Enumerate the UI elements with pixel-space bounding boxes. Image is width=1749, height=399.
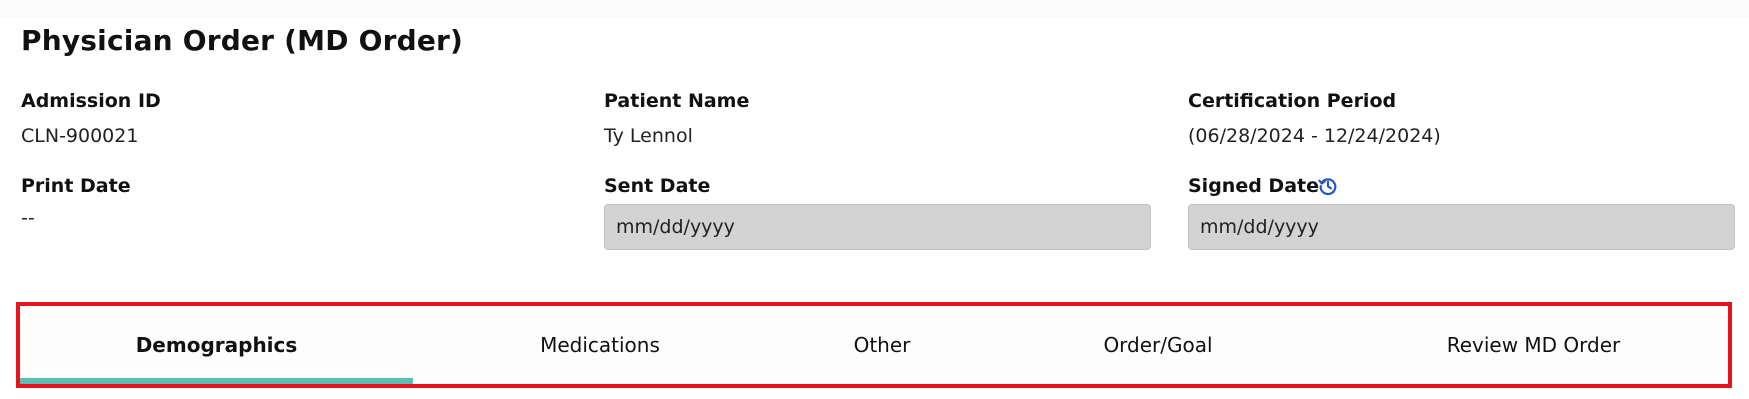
patient-name-value: Ty Lennol: [604, 125, 693, 147]
certification-period-value: (06/28/2024 - 12/24/2024): [1188, 125, 1441, 147]
tab-other-label: Other: [853, 333, 911, 357]
page-title: Physician Order (MD Order): [21, 24, 464, 57]
tab-other[interactable]: Other: [787, 306, 977, 384]
patient-name-label: Patient Name: [604, 90, 750, 112]
admission-id-value: CLN-900021: [21, 125, 139, 147]
print-date-value: --: [21, 207, 35, 229]
signed-date-label: Signed Date: [1188, 175, 1319, 197]
tab-demographics[interactable]: Demographics: [20, 306, 413, 384]
tab-bar: Demographics Medications Other Order/Goa…: [16, 302, 1732, 388]
tab-order-goal[interactable]: Order/Goal: [977, 306, 1339, 384]
sent-date-label: Sent Date: [604, 175, 711, 197]
tab-order-goal-label: Order/Goal: [1103, 333, 1213, 357]
tab-medications[interactable]: Medications: [413, 306, 787, 384]
tab-medications-label: Medications: [540, 333, 660, 357]
tab-demographics-label: Demographics: [135, 333, 298, 357]
active-tab-indicator: [20, 378, 413, 384]
print-date-label: Print Date: [21, 175, 131, 197]
top-strip: [0, 0, 1749, 18]
history-icon[interactable]: [1317, 175, 1339, 197]
tab-review-md-order[interactable]: Review MD Order: [1339, 306, 1728, 384]
signed-date-input[interactable]: [1188, 204, 1735, 250]
sent-date-input[interactable]: [604, 204, 1151, 250]
certification-period-label: Certification Period: [1188, 90, 1397, 112]
admission-id-label: Admission ID: [21, 90, 161, 112]
tab-review-md-order-label: Review MD Order: [1446, 333, 1621, 357]
